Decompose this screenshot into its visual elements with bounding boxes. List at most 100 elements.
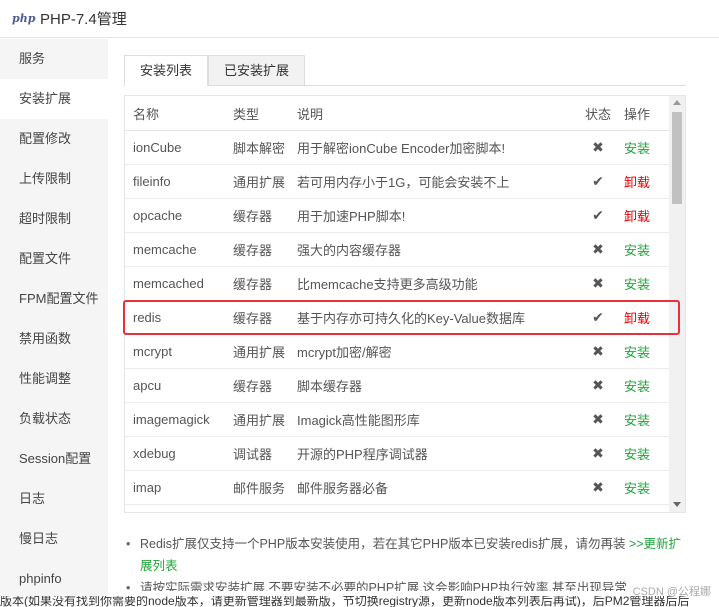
cell-type: 缓存器: [225, 198, 289, 233]
install-button[interactable]: 安装: [624, 277, 650, 292]
notes-section: Redis扩展仅支持一个PHP版本安装使用，若在其它PHP版本已安装redis扩…: [124, 533, 689, 591]
cell-desc: Imagick高性能图形库: [289, 402, 578, 437]
table-row: imap 邮件服务 邮件服务器必备 ✖ 安装: [125, 470, 670, 505]
cell-name: xdebug: [125, 436, 225, 471]
cell-name: memcache: [125, 232, 225, 267]
cell-name: imap: [125, 470, 225, 505]
cell-name: ionCube: [125, 130, 225, 165]
scroll-up-arrow-icon[interactable]: [673, 100, 681, 105]
sidebar-item[interactable]: 配置文件: [0, 239, 108, 279]
table-row: memcache 缓存器 强大的内容缓存器 ✖ 安装: [125, 232, 670, 267]
cell-name: opcache: [125, 198, 225, 233]
cell-type: 通用扩展: [225, 334, 289, 369]
cell-status: ✔: [578, 198, 618, 233]
cell-type: 调试器: [225, 436, 289, 471]
sidebar-item[interactable]: 禁用函数: [0, 319, 108, 359]
not-installed-x-icon: ✖: [592, 411, 604, 427]
php-logo-icon: php: [12, 12, 36, 25]
cell-action: 安装: [618, 470, 670, 505]
sidebar-item[interactable]: 日志: [0, 479, 108, 519]
not-installed-x-icon: ✖: [592, 241, 604, 257]
sidebar-item[interactable]: 安装扩展: [0, 79, 108, 119]
tab[interactable]: 安装列表: [124, 55, 209, 86]
cell-desc: 强大的内容缓存器: [289, 232, 578, 267]
cell-status: ✔: [578, 164, 618, 199]
table-row: opcache 缓存器 用于加速PHP脚本! ✔ 卸载: [125, 198, 670, 233]
cell-status: ✖: [578, 470, 618, 505]
sidebar-item[interactable]: FPM配置文件: [0, 279, 108, 319]
table-row: memcached 缓存器 比memcache支持更多高级功能 ✖ 安装: [125, 266, 670, 301]
install-button[interactable]: 安装: [624, 345, 650, 360]
extension-table: 名称 类型 说明 状态 操作 ionCube 脚本解密 用于解密ionCube En…: [125, 96, 670, 505]
cell-type: 脚本解密: [225, 130, 289, 165]
window-title: PHP-7.4管理: [40, 11, 127, 28]
cell-action: 安装: [618, 402, 670, 437]
sidebar-item[interactable]: 服务: [0, 39, 108, 79]
not-installed-x-icon: ✖: [592, 343, 604, 359]
table-header-row: 名称 类型 说明 状态 操作: [125, 96, 670, 131]
install-button[interactable]: 安装: [624, 481, 650, 496]
cell-action: 卸载: [618, 164, 670, 199]
table-row: redis 缓存器 基于内存亦可持久化的Key-Value数据库 ✔ 卸载: [125, 300, 670, 335]
cell-action: 安装: [618, 266, 670, 301]
installed-check-icon: ✔: [592, 173, 604, 189]
table-row: fileinfo 通用扩展 若可用内存小于1G，可能会安装不上 ✔ 卸载: [125, 164, 670, 199]
sidebar-item[interactable]: phpinfo: [0, 559, 108, 599]
cell-name: memcached: [125, 266, 225, 301]
window-titlebar: php PHP-7.4管理: [0, 0, 719, 38]
not-installed-x-icon: ✖: [592, 479, 604, 495]
uninstall-button[interactable]: 卸载: [624, 209, 650, 224]
cell-desc: 用于加速PHP脚本!: [289, 198, 578, 233]
main-panel: 安装列表 已安装扩展 名称 类型 说明 状态 操作 ionCube 脚本解密 用于解密…: [109, 39, 719, 607]
sidebar-item[interactable]: Session配置: [0, 439, 108, 479]
sidebar-item[interactable]: 负载状态: [0, 399, 108, 439]
cell-status: ✖: [578, 232, 618, 267]
cell-status: ✖: [578, 436, 618, 471]
cell-status: ✖: [578, 266, 618, 301]
cell-type: 通用扩展: [225, 164, 289, 199]
install-button[interactable]: 安装: [624, 379, 650, 394]
sidebar-item[interactable]: 性能调整: [0, 359, 108, 399]
cell-action: 卸载: [618, 198, 670, 233]
uninstall-button[interactable]: 卸载: [624, 175, 650, 190]
tab-bar: 安装列表 已安装扩展: [124, 55, 686, 86]
cell-desc: 比memcache支持更多高级功能: [289, 266, 578, 301]
table-row: imagemagick 通用扩展 Imagick高性能图形库 ✖ 安装: [125, 402, 670, 437]
table-scrollbar[interactable]: [669, 96, 685, 512]
cell-status: ✔: [578, 300, 618, 335]
table-row: apcu 缓存器 脚本缓存器 ✖ 安装: [125, 368, 670, 403]
not-installed-x-icon: ✖: [592, 275, 604, 291]
install-button[interactable]: 安装: [624, 413, 650, 428]
tab[interactable]: 已安装扩展: [208, 55, 306, 85]
sidebar-item[interactable]: 慢日志: [0, 519, 108, 559]
extension-table-container[interactable]: 名称 类型 说明 状态 操作 ionCube 脚本解密 用于解密ionCube En…: [124, 95, 686, 513]
cell-desc: mcrypt加密/解密: [289, 334, 578, 369]
cell-action: 安装: [618, 130, 670, 165]
sidebar-item[interactable]: 上传限制: [0, 159, 108, 199]
cell-type: 邮件服务: [225, 470, 289, 505]
scrollbar-thumb[interactable]: [672, 112, 682, 204]
install-button[interactable]: 安装: [624, 447, 650, 462]
cell-status: ✖: [578, 334, 618, 369]
scroll-down-arrow-icon[interactable]: [673, 502, 681, 507]
note-redis-text: Redis扩展仅支持一个PHP版本安装使用，若在其它PHP版本已安装redis扩…: [140, 537, 626, 551]
cell-name: redis: [125, 300, 225, 335]
column-header-name: 名称: [125, 96, 225, 131]
cell-type: 缓存器: [225, 232, 289, 267]
table-row: mcrypt 通用扩展 mcrypt加密/解密 ✖ 安装: [125, 334, 670, 369]
not-installed-x-icon: ✖: [592, 377, 604, 393]
cell-status: ✖: [578, 368, 618, 403]
uninstall-button[interactable]: 卸载: [624, 311, 650, 326]
sidebar-item[interactable]: 超时限制: [0, 199, 108, 239]
install-button[interactable]: 安装: [624, 243, 650, 258]
cell-desc: 开源的PHP程序调试器: [289, 436, 578, 471]
note-redis: Redis扩展仅支持一个PHP版本安装使用，若在其它PHP版本已安装redis扩…: [124, 533, 689, 577]
cell-action: 安装: [618, 334, 670, 369]
cell-desc: 用于解密ionCube Encoder加密脚本!: [289, 130, 578, 165]
not-installed-x-icon: ✖: [592, 445, 604, 461]
column-header-status: 状态: [578, 96, 618, 131]
cell-type: 通用扩展: [225, 402, 289, 437]
cell-action: 卸载: [618, 300, 670, 335]
install-button[interactable]: 安装: [624, 141, 650, 156]
sidebar-item[interactable]: 配置修改: [0, 119, 108, 159]
